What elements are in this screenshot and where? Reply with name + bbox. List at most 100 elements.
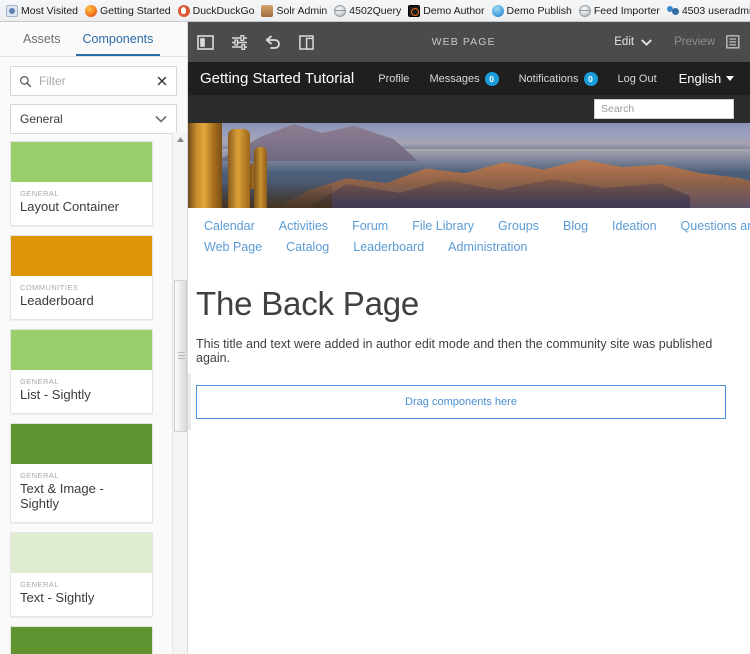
banner-cactus-mid xyxy=(228,129,250,208)
bookmark-label: Getting Started xyxy=(100,4,171,17)
component-meta: Communities Leaderboard xyxy=(11,276,152,319)
navigation-row-primary: Calendar Activities Forum File Library Group… xyxy=(204,219,750,233)
close-icon[interactable] xyxy=(156,75,168,87)
navigation-row-secondary: Web Page Catalog Leaderboard Administration xyxy=(204,240,734,254)
scroll-thumb[interactable] xyxy=(174,280,187,432)
undo-icon[interactable] xyxy=(256,22,290,62)
page-body-text: This title and text were added in author… xyxy=(196,337,713,365)
component-title: List - Sightly xyxy=(20,386,91,402)
notifications-badge: 0 xyxy=(583,71,598,86)
bookmark-item[interactable]: Solr Admin xyxy=(259,2,332,20)
bookmark-item[interactable]: Most Visited xyxy=(4,2,83,20)
nav-link[interactable]: Leaderboard xyxy=(353,240,424,254)
header-link-messages[interactable]: Messages 0 xyxy=(429,71,499,86)
editor-page-title: WEB PAGE xyxy=(431,36,496,48)
component-category: General xyxy=(20,376,59,386)
toggle-side-panel-icon[interactable] xyxy=(188,22,222,62)
tab-components[interactable]: Components xyxy=(72,22,165,56)
header-link-notifications[interactable]: Notifications 0 xyxy=(519,71,598,86)
site-search-strip: Search xyxy=(188,95,750,123)
component-meta: General Layout Container xyxy=(11,182,152,225)
filter-input[interactable]: Filter xyxy=(10,66,177,96)
component-dropzone-label: Drag components here xyxy=(405,396,517,408)
site-search-input[interactable]: Search xyxy=(594,99,734,119)
caret-down-icon xyxy=(726,76,735,81)
nav-link[interactable]: Blog xyxy=(563,219,588,233)
component-card[interactable]: General Text & Image - Sightly xyxy=(10,422,153,523)
bookmark-label: Demo Author xyxy=(423,4,485,17)
site-brand-link[interactable]: Getting Started Tutorial xyxy=(200,70,354,87)
community-site-header: Getting Started Tutorial Profile Message… xyxy=(188,62,750,95)
mode-preview-label: Preview xyxy=(674,36,715,48)
globe-icon xyxy=(334,4,347,17)
side-panel-tabs: Assets Components xyxy=(0,22,187,57)
component-title: Leaderboard xyxy=(20,292,94,308)
component-list-scrollbar[interactable] xyxy=(172,132,187,654)
bookmark-label: 4503 useradmin xyxy=(681,4,750,17)
component-card[interactable]: GeneralTitle - Sightly xyxy=(10,625,153,654)
bookmark-item[interactable]: 4502Query xyxy=(332,2,406,20)
mode-preview-button[interactable]: Preview xyxy=(663,36,726,48)
component-title: Text - Sightly xyxy=(20,589,95,605)
language-selector-label: English xyxy=(678,71,722,86)
site-banner-image xyxy=(188,123,750,208)
scroll-up-arrow-icon[interactable] xyxy=(173,132,187,146)
components-side-panel: Assets Components Filter General General xyxy=(0,22,188,654)
component-group-value: General xyxy=(20,112,63,126)
bookmark-item[interactable]: Demo Publish xyxy=(490,2,577,20)
filter-row: Filter xyxy=(0,57,187,96)
nav-link[interactable]: Groups xyxy=(498,219,539,233)
nav-link[interactable]: Calendar xyxy=(204,219,255,233)
editor-toolbar-right: Edit Preview xyxy=(603,22,750,62)
nav-link[interactable]: Catalog xyxy=(286,240,329,254)
component-thumbnail xyxy=(11,423,152,464)
language-selector[interactable]: English xyxy=(679,71,735,86)
nav-link[interactable]: Activities xyxy=(279,219,328,233)
bookmark-item[interactable]: DuckDuckGo xyxy=(176,2,260,20)
component-group-select[interactable]: General xyxy=(10,104,177,134)
bookmark-item[interactable]: Feed Importer xyxy=(577,2,665,20)
tab-assets[interactable]: Assets xyxy=(12,22,72,56)
page-content: The Back Page This title and text were a… xyxy=(188,267,750,419)
nav-link[interactable]: Administration xyxy=(448,240,527,254)
tab-components-label: Components xyxy=(82,32,154,46)
duckduckgo-icon xyxy=(177,4,190,17)
page-title: The Back Page xyxy=(196,285,420,322)
log-out-link[interactable]: Log Out xyxy=(618,73,657,85)
nav-link[interactable]: Ideation xyxy=(612,219,656,233)
component-card[interactable]: General Text - Sightly xyxy=(10,531,153,617)
toggle-right-rail-icon[interactable] xyxy=(726,22,750,62)
component-dropzone[interactable]: Drag components here xyxy=(196,385,726,419)
component-category: General xyxy=(20,470,59,480)
community-site-navigation: Calendar Activities Forum File Library Group… xyxy=(188,208,750,267)
component-card[interactable]: General List - Sightly xyxy=(10,328,153,414)
nav-link[interactable]: Forum xyxy=(352,219,388,233)
editor-toolbar: WEB PAGE Edit Preview xyxy=(188,22,750,62)
component-thumbnail xyxy=(11,142,152,182)
bookmark-item[interactable]: Getting Started xyxy=(83,2,176,20)
most-visited-icon xyxy=(6,4,18,17)
bookmark-item[interactable]: Demo Author xyxy=(406,2,489,20)
header-link-messages-label: Messages xyxy=(429,72,480,85)
component-list[interactable]: General Layout Container Communities Leader… xyxy=(0,132,187,654)
layout-emulator-icon[interactable] xyxy=(290,22,324,62)
component-title: Layout Container xyxy=(20,199,120,214)
component-card[interactable]: Communities Leaderboard xyxy=(10,234,153,320)
nav-link[interactable]: Questions and Answers xyxy=(681,219,750,233)
component-thumbnail xyxy=(11,235,152,276)
bookmark-label: Demo Publish xyxy=(506,4,572,17)
component-category: Communities xyxy=(20,282,79,292)
page-properties-icon[interactable] xyxy=(222,22,256,62)
mode-edit-selector[interactable]: Edit xyxy=(603,36,663,48)
site-search-placeholder: Search xyxy=(601,103,635,115)
component-thumbnail xyxy=(11,626,152,654)
nav-link[interactable]: File Library xyxy=(412,219,474,233)
bookmark-label: Feed Importer xyxy=(593,4,660,17)
bookmark-item[interactable]: 4503 useradmin xyxy=(665,2,750,20)
mode-edit-label: Edit xyxy=(614,36,635,48)
component-card[interactable]: General Layout Container xyxy=(10,141,153,226)
filter-input-placeholder: Filter xyxy=(39,74,66,88)
component-meta: General Text - Sightly xyxy=(11,573,152,616)
nav-link[interactable]: Web Page xyxy=(204,240,262,254)
header-link-profile[interactable]: Profile xyxy=(378,73,409,85)
